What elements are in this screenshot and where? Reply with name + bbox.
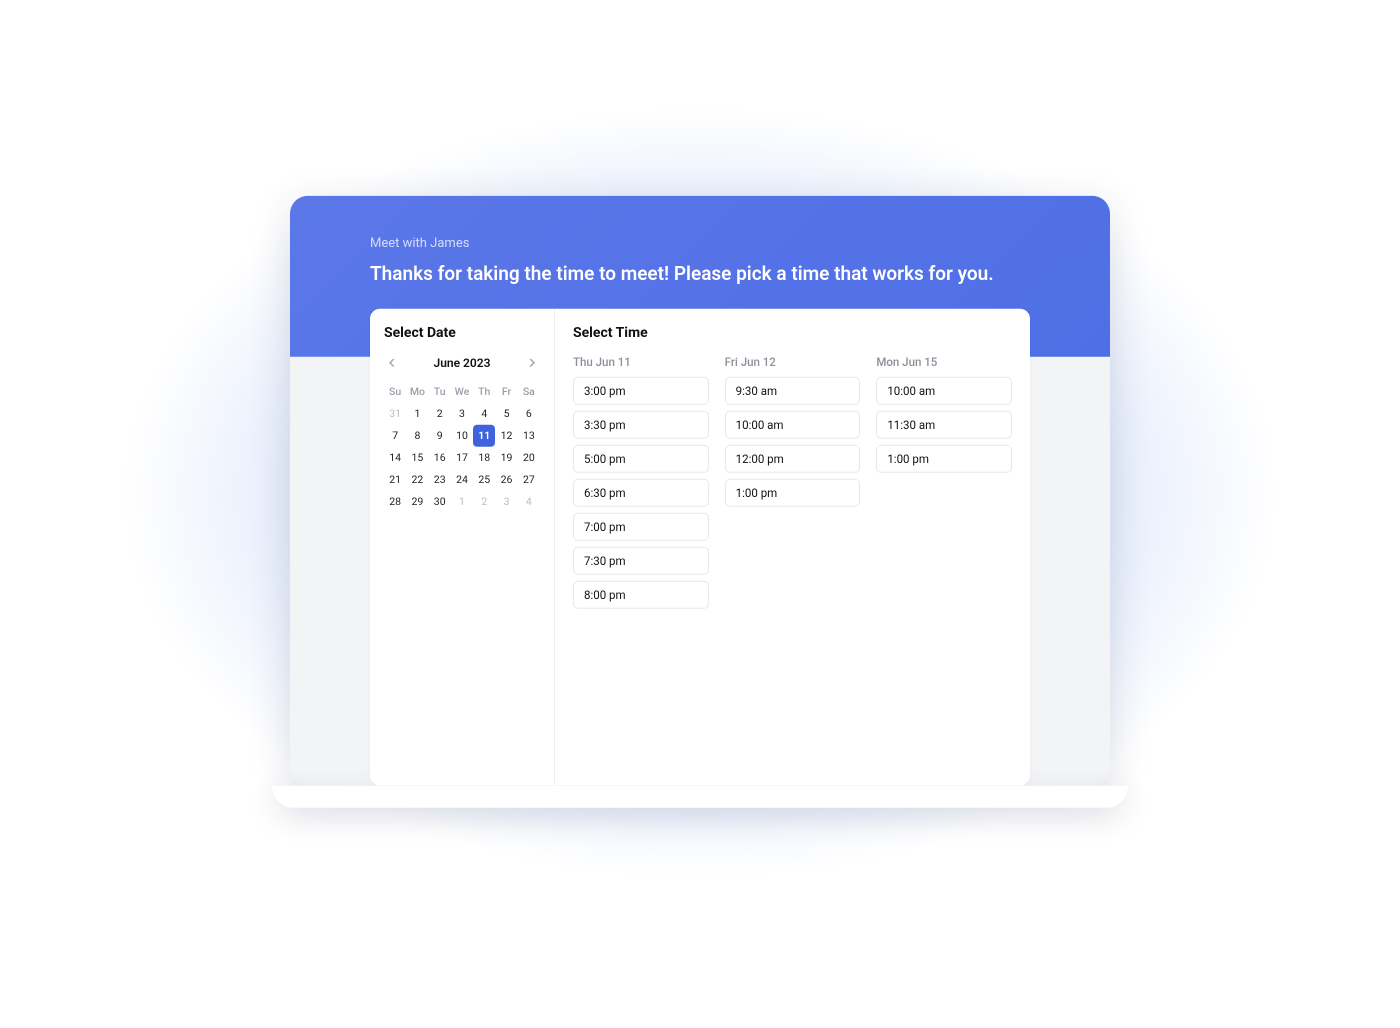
time-column-header: Fri Jun 12 [725,354,861,368]
calendar-day[interactable]: 29 [406,490,428,512]
time-slot-button[interactable]: 10:00 am [876,376,1012,404]
prev-month-button[interactable] [384,354,400,370]
calendar-day[interactable]: 2 [473,490,495,512]
calendar-grid: 3112345678910111213141516171819202122232… [384,402,540,512]
calendar-day[interactable]: 27 [518,468,540,490]
app-screen: Meet with James Thanks for taking the ti… [290,196,1110,786]
time-column: Mon Jun 15 10:00 am 11:30 am 1:00 pm [876,354,1012,614]
weekday-label: We [451,380,473,402]
calendar-day[interactable]: 18 [473,446,495,468]
time-slot-button[interactable]: 5:00 pm [573,444,709,472]
calendar-day[interactable]: 8 [406,424,428,446]
time-columns: Thu Jun 11 3:00 pm 3:30 pm 5:00 pm 6:30 pm 7:… [573,354,1012,614]
calendar-day[interactable]: 2 [429,402,451,424]
calendar-day[interactable]: 4 [518,490,540,512]
time-slot-button[interactable]: 8:00 pm [573,580,709,608]
calendar-day[interactable]: 26 [496,468,518,490]
time-slot-button[interactable]: 7:00 pm [573,512,709,540]
select-date-title: Select Date [384,324,540,340]
time-slot-button[interactable]: 3:00 pm [573,376,709,404]
calendar-day[interactable]: 4 [473,402,495,424]
select-time-title: Select Time [573,324,1012,340]
time-slot-button[interactable]: 6:30 pm [573,478,709,506]
time-slot-button[interactable]: 11:30 am [876,410,1012,438]
weekday-label: Fr [495,380,517,402]
calendar-day[interactable]: 25 [473,468,495,490]
calendar-day[interactable]: 3 [496,490,518,512]
time-column: Fri Jun 12 9:30 am 10:00 am 12:00 pm 1:00 pm [725,354,861,614]
calendar-day[interactable]: 28 [384,490,406,512]
calendar-day[interactable]: 20 [518,446,540,468]
weekday-label: Su [384,380,406,402]
calendar-day[interactable]: 31 [384,402,406,424]
meeting-host-label: Meet with James [370,236,1030,251]
chevron-left-icon [388,358,396,366]
weekday-label: Tu [429,380,451,402]
calendar-day[interactable]: 10 [451,424,473,446]
date-pane: Select Date June 2023 SuMoTuWeThFrSa 311… [370,308,555,785]
chevron-right-icon [528,358,536,366]
calendar-week: 21222324252627 [384,468,540,490]
calendar-week: 31123456 [384,402,540,424]
time-slot-button[interactable]: 7:30 pm [573,546,709,574]
time-slot-button[interactable]: 9:30 am [725,376,861,404]
weekday-row: SuMoTuWeThFrSa [384,380,540,402]
time-column-header: Mon Jun 15 [876,354,1012,368]
next-month-button[interactable] [524,354,540,370]
laptop-frame: Meet with James Thanks for taking the ti… [290,196,1110,808]
calendar-day[interactable]: 1 [451,490,473,512]
calendar-week: 2829301234 [384,490,540,512]
time-slot-button[interactable]: 3:30 pm [573,410,709,438]
time-slot-button[interactable]: 1:00 pm [725,478,861,506]
time-column-header: Thu Jun 11 [573,354,709,368]
calendar-day[interactable]: 14 [384,446,406,468]
time-slot-button[interactable]: 10:00 am [725,410,861,438]
calendar-day[interactable]: 19 [496,446,518,468]
calendar-day[interactable]: 23 [429,468,451,490]
time-slot-button[interactable]: 1:00 pm [876,444,1012,472]
calendar-day[interactable]: 17 [451,446,473,468]
hero-headline: Thanks for taking the time to meet! Plea… [370,261,1030,287]
calendar-day[interactable]: 22 [406,468,428,490]
weekday-label: Th [473,380,495,402]
calendar-day[interactable]: 9 [429,424,451,446]
time-column: Thu Jun 11 3:00 pm 3:30 pm 5:00 pm 6:30 pm 7:… [573,354,709,614]
calendar-day[interactable]: 6 [518,402,540,424]
calendar-day[interactable]: 13 [518,424,540,446]
calendar-day[interactable]: 12 [496,424,518,446]
time-pane: Select Time Thu Jun 11 3:00 pm 3:30 pm 5:00… [555,308,1030,785]
calendar-day[interactable]: 15 [406,446,428,468]
weekday-label: Mo [406,380,428,402]
calendar-day[interactable]: 3 [451,402,473,424]
calendar-day[interactable]: 1 [406,402,428,424]
calendar-day[interactable]: 16 [429,446,451,468]
calendar-header: June 2023 [384,354,540,370]
calendar-week: 78910111213 [384,424,540,446]
calendar-day-selected[interactable]: 11 [473,424,495,446]
calendar-day[interactable]: 30 [429,490,451,512]
weekday-label: Sa [518,380,540,402]
laptop-base [272,786,1128,808]
scheduler-card: Select Date June 2023 SuMoTuWeThFrSa 311… [370,308,1030,785]
calendar-day[interactable]: 5 [496,402,518,424]
calendar-week: 14151617181920 [384,446,540,468]
calendar-day[interactable]: 24 [451,468,473,490]
time-slot-button[interactable]: 12:00 pm [725,444,861,472]
calendar-day[interactable]: 21 [384,468,406,490]
calendar-day[interactable]: 7 [384,424,406,446]
month-label: June 2023 [434,355,491,369]
